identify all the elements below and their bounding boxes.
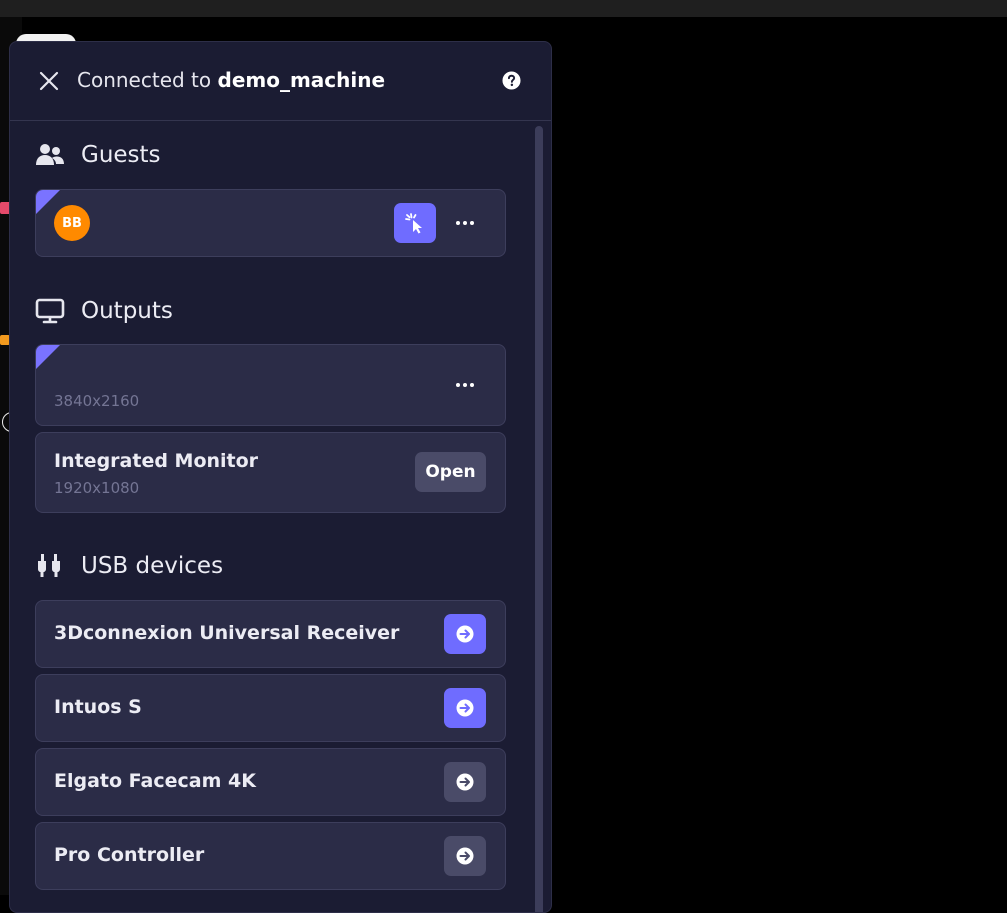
section-label: Outputs — [81, 298, 173, 324]
usb-device-name: Pro Controller — [54, 844, 205, 866]
outputs-section-title: Outputs — [35, 298, 173, 324]
usb-device-name: 3Dconnexion Universal Receiver — [54, 622, 400, 644]
usb-device-name: Intuos S — [54, 696, 142, 718]
usb-plug-icon — [38, 554, 60, 577]
output-resolution: 1920x1080 — [54, 479, 140, 497]
close-icon[interactable] — [38, 70, 60, 92]
output-name: Integrated Monitor — [54, 450, 259, 472]
usb-device-card: Intuos S — [35, 674, 506, 742]
arrow-right-circle-icon — [456, 625, 474, 643]
guests-section-title: Guests — [35, 142, 161, 168]
output-card: 3840x2160 — [35, 344, 506, 426]
panel-scrollbar[interactable] — [535, 126, 543, 912]
guest-more-button[interactable] — [450, 211, 480, 235]
usb-forward-button[interactable] — [444, 614, 486, 654]
usb-device-name: Elgato Facecam 4K — [54, 770, 256, 792]
monitor-icon — [35, 298, 65, 324]
panel-header: Connected to demo_machine — [10, 42, 551, 121]
output-resolution: 3840x2160 — [54, 392, 140, 410]
help-icon[interactable] — [502, 71, 521, 90]
usb-forward-button[interactable] — [444, 836, 486, 876]
machine-name: demo_machine — [217, 68, 386, 92]
arrow-right-circle-icon — [456, 699, 474, 717]
usb-forward-button[interactable] — [444, 688, 486, 728]
pointer-control-button[interactable] — [394, 203, 436, 243]
guest-card: BB — [35, 189, 506, 257]
pointer-click-icon — [405, 213, 422, 234]
usb-forward-button[interactable] — [444, 762, 486, 802]
arrow-right-circle-icon — [456, 773, 474, 791]
usb-device-card: 3Dconnexion Universal Receiver — [35, 600, 506, 668]
usb-section-title: USB devices — [35, 553, 223, 579]
guest-avatar: BB — [54, 205, 90, 241]
connection-panel: Connected to demo_machine Guests BB Outp… — [9, 41, 552, 913]
active-indicator — [36, 345, 60, 369]
output-card: Integrated Monitor 1920x1080 Open — [35, 432, 506, 513]
usb-device-card: Elgato Facecam 4K — [35, 748, 506, 816]
window-titlebar — [0, 0, 1007, 17]
users-icon — [36, 144, 64, 165]
usb-device-card: Pro Controller — [35, 822, 506, 890]
active-indicator — [36, 190, 60, 214]
title-prefix: Connected to — [77, 68, 212, 92]
output-more-button[interactable] — [450, 373, 480, 397]
section-label: USB devices — [81, 553, 224, 579]
arrow-right-circle-icon — [456, 847, 474, 865]
section-label: Guests — [81, 142, 161, 168]
panel-title: Connected to demo_machine — [77, 68, 385, 92]
open-output-button[interactable]: Open — [415, 452, 486, 492]
